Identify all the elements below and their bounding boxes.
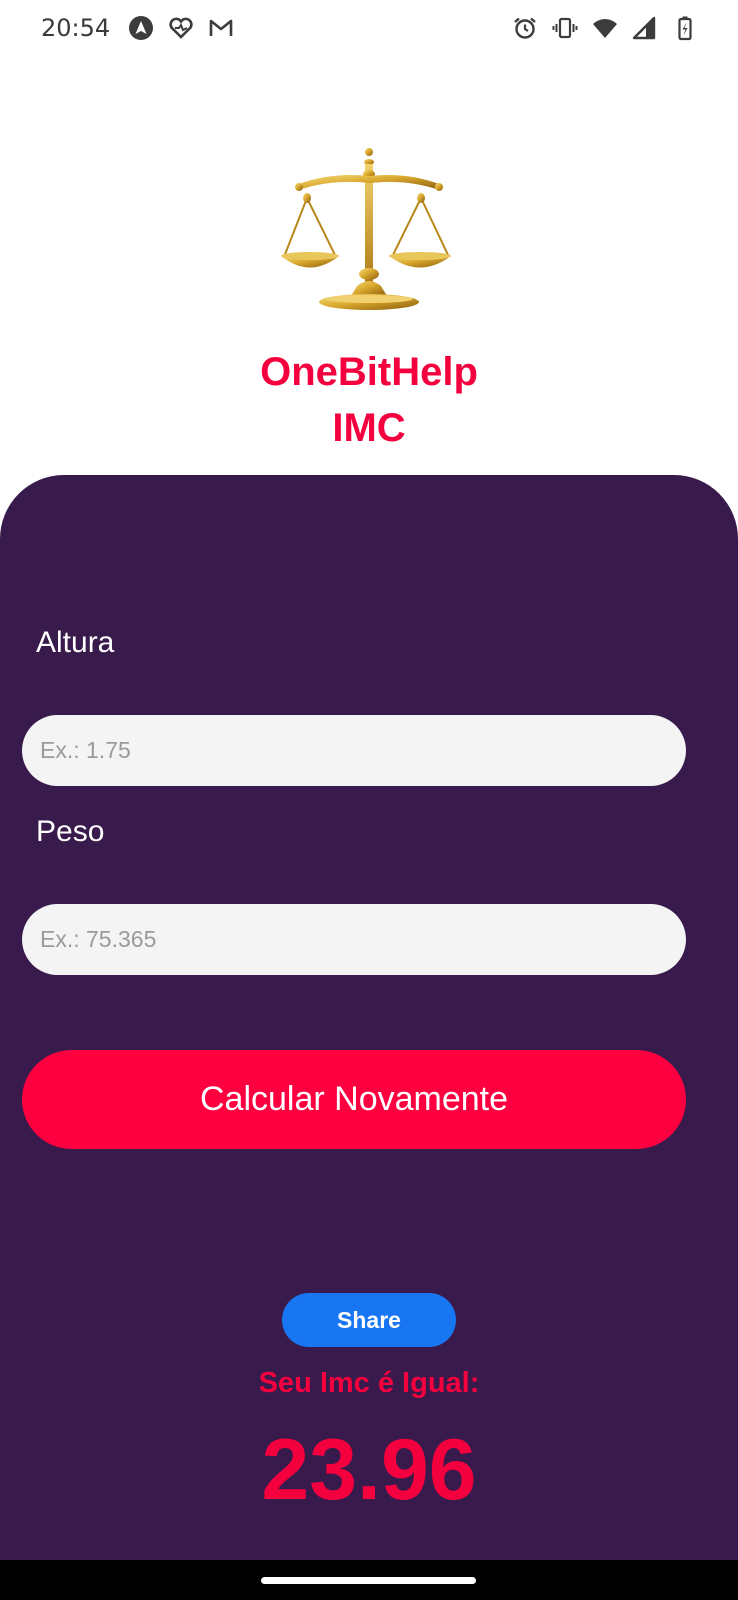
gmail-icon (208, 15, 234, 41)
signal-icon (632, 15, 658, 41)
result-value: 23.96 (261, 1422, 477, 1518)
status-time: 20:54 (41, 14, 111, 42)
scales-of-justice-icon (281, 146, 457, 316)
navigation-icon (128, 15, 154, 41)
home-indicator[interactable] (261, 1577, 476, 1584)
imc-screen: 20:54 OneBitHelp IMC Altura Ex.: 1.75 Pe… (0, 0, 738, 1600)
navigation-bar (0, 1560, 738, 1600)
weight-label: Peso (36, 815, 105, 848)
calculate-again-button[interactable]: Calcular Novamente (22, 1050, 686, 1149)
vibrate-icon (552, 15, 578, 41)
app-title: OneBitHelp IMC (0, 344, 738, 456)
wifi-icon (592, 15, 618, 41)
status-bar-left: 20:54 (41, 14, 234, 42)
status-bar: 20:54 (0, 0, 738, 56)
health-icon (168, 15, 194, 41)
status-bar-right (512, 15, 698, 41)
alarm-icon (512, 15, 538, 41)
battery-charging-icon (672, 15, 698, 41)
app-title-subtitle: IMC (332, 406, 406, 450)
app-title-name: OneBitHelp (260, 350, 478, 394)
share-button[interactable]: Share (282, 1293, 456, 1347)
weight-input[interactable] (22, 904, 686, 975)
height-input[interactable] (22, 715, 686, 786)
height-label: Altura (36, 626, 115, 659)
result-label: Seu Imc é Igual: (258, 1367, 480, 1399)
